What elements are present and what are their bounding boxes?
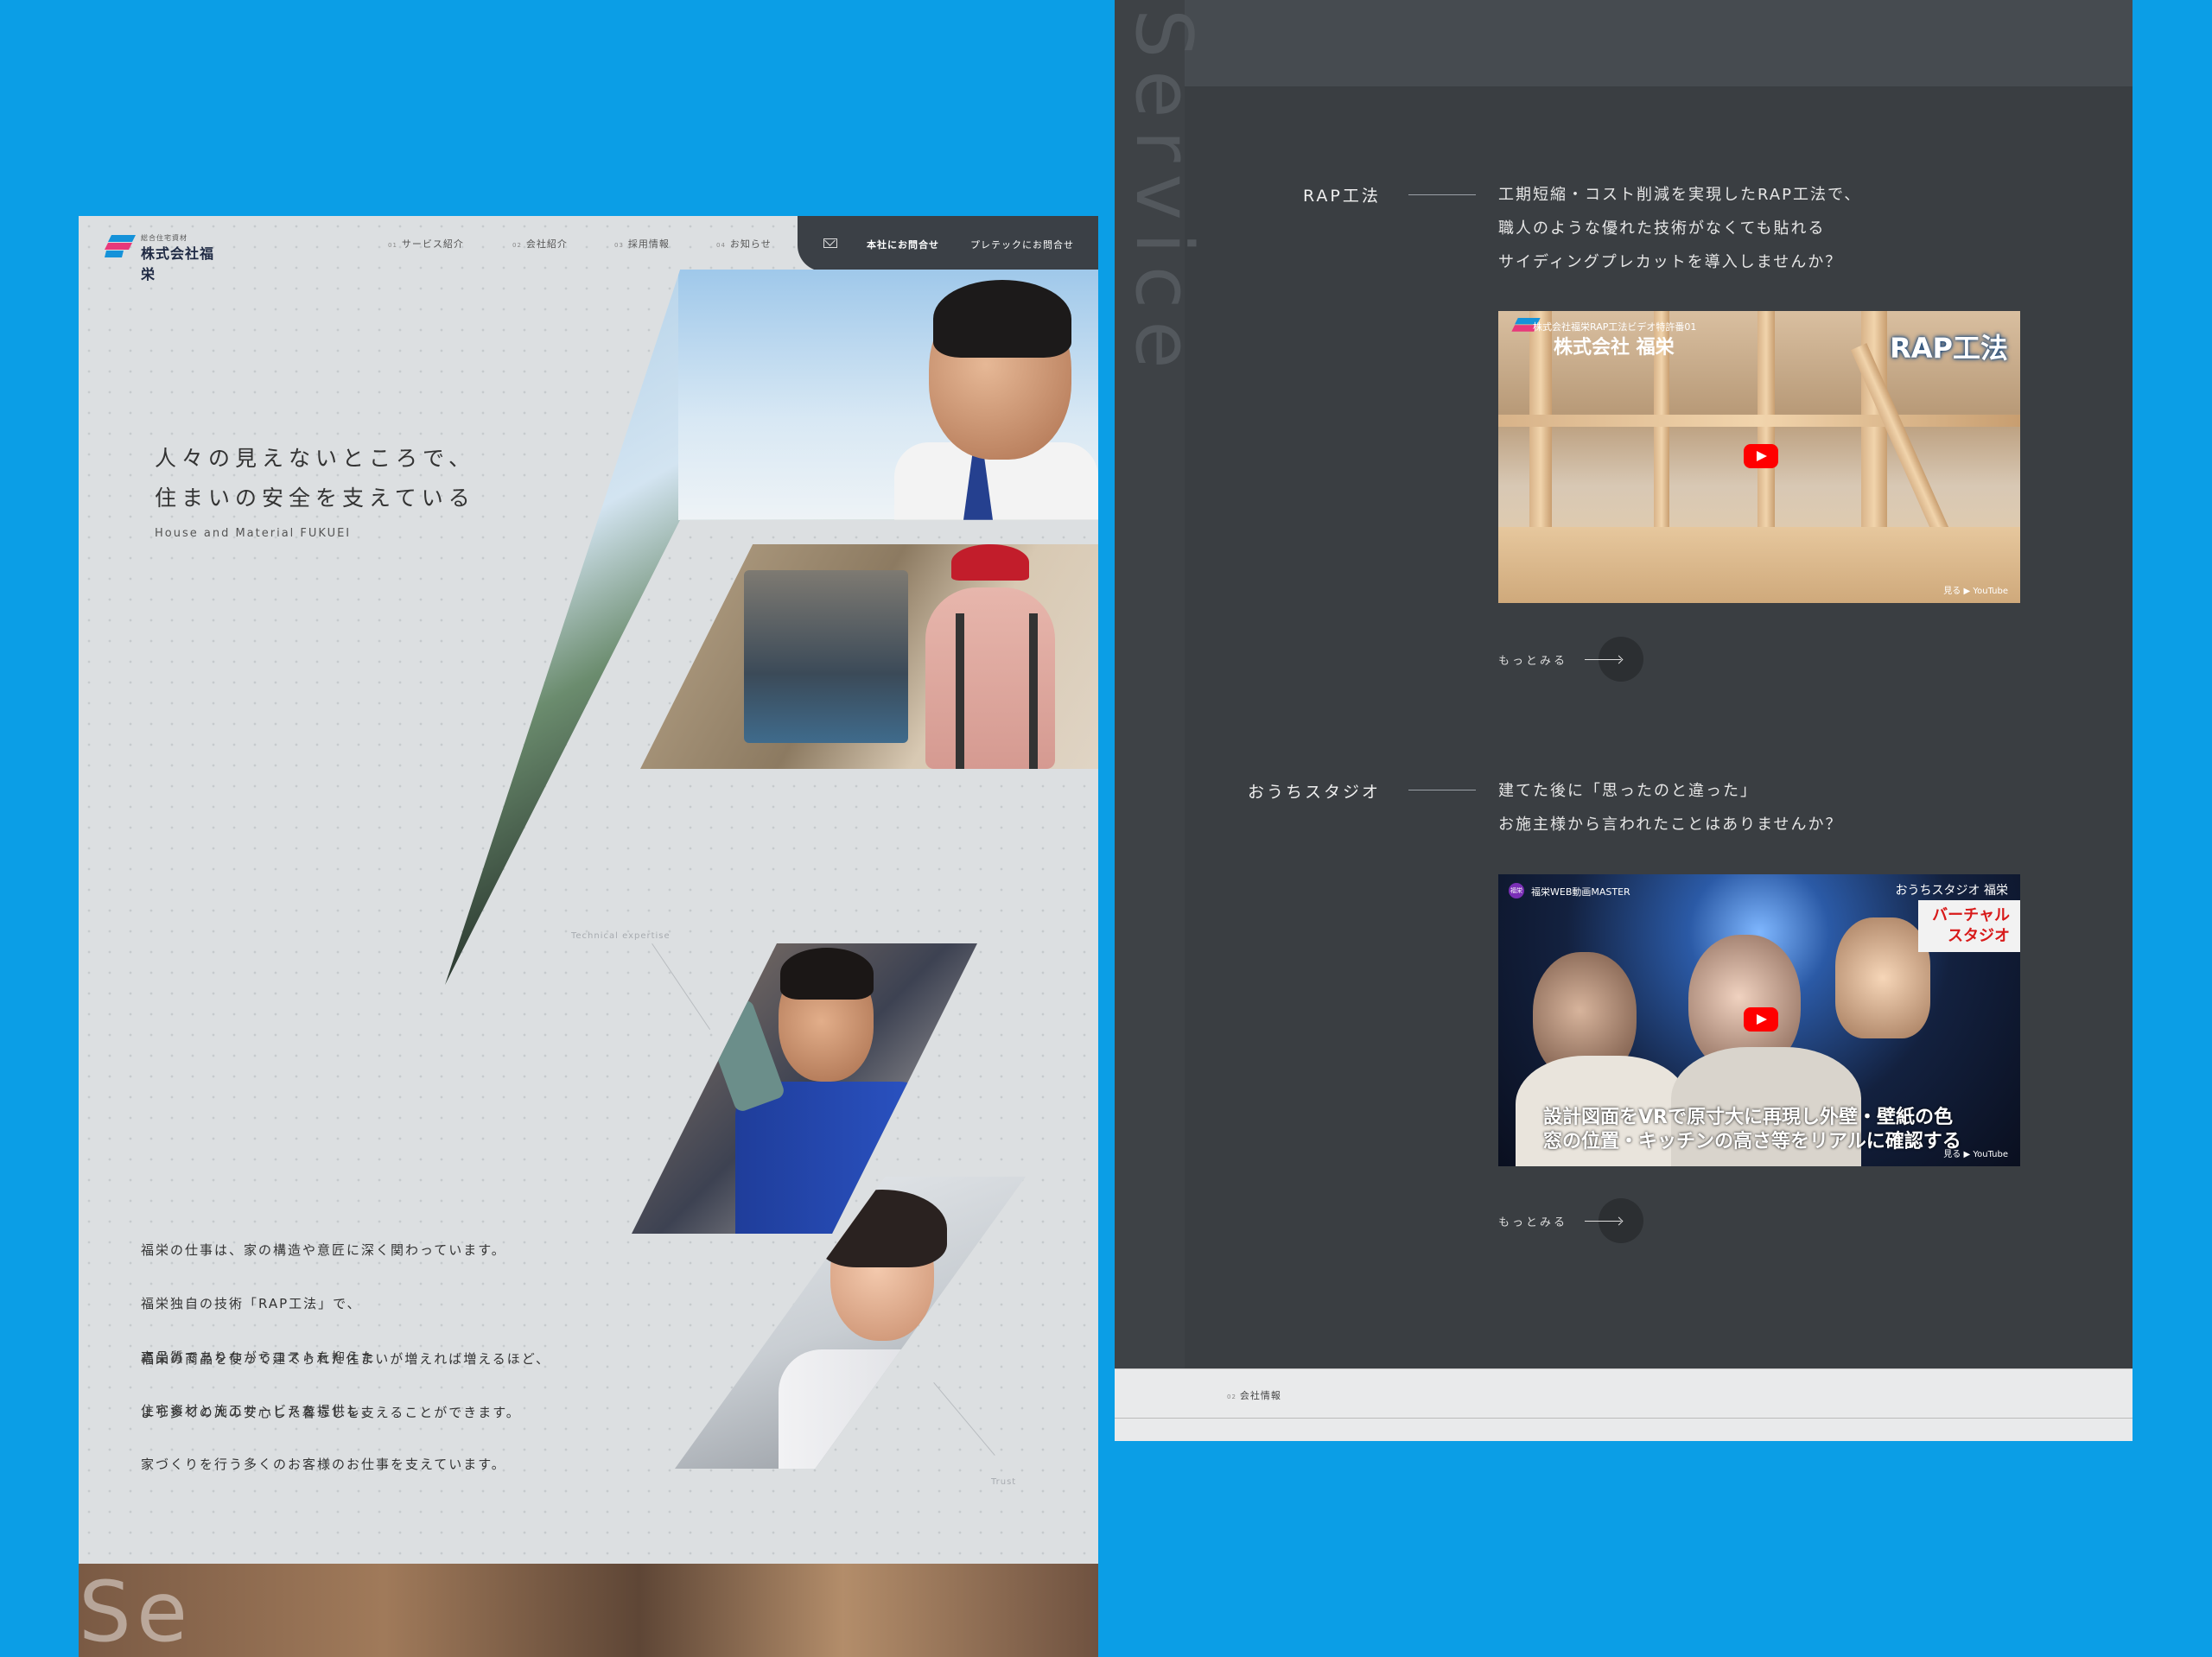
nav-num: 01 bbox=[388, 242, 397, 249]
nav-label: 会社紹介 bbox=[525, 238, 568, 250]
site-header: 総合住宅資材 株式会社福栄 01 サービス紹介 02 会社紹介 03 採用情報 04 お… bbox=[79, 216, 1098, 283]
more-link-studio[interactable]: もっとみる bbox=[1498, 1213, 1567, 1229]
youtube-link[interactable]: 見る ▶ YouTube bbox=[1943, 583, 2008, 596]
hero-photo-hair bbox=[933, 280, 1071, 358]
logo-name: 株式会社福栄 bbox=[141, 245, 215, 283]
top-bar bbox=[1185, 0, 2133, 86]
nav-company[interactable]: 02 会社紹介 bbox=[512, 237, 568, 251]
nav-label: お知らせ bbox=[729, 238, 772, 250]
video-ouchi-studio[interactable]: 福栄 福栄WEB動画MASTER おうちスタジオ 福栄 バーチャルスタジオ 設計… bbox=[1498, 874, 2020, 1166]
mail-icon bbox=[823, 238, 837, 248]
more-link-rap[interactable]: もっとみる bbox=[1498, 651, 1567, 668]
section-title-studio: おうちスタジオ bbox=[1248, 783, 1382, 802]
desc-line: 工期短縮・コスト削減を実現したRAP工法で、 bbox=[1498, 186, 1862, 204]
arrow-right-icon bbox=[1585, 659, 1621, 660]
play-icon[interactable] bbox=[1744, 444, 1778, 468]
hero-title-line: 住まいの安全を支えている bbox=[155, 486, 475, 511]
about-text-2: 福栄の商品を使って建てられた住まいが増えれば増えるほど、 より多くの人の安心した… bbox=[141, 1349, 550, 1457]
nav-label: サービス紹介 bbox=[401, 238, 464, 250]
next-section-bar: 02 会社情報 bbox=[1115, 1368, 2133, 1441]
nav-news[interactable]: 04 お知らせ bbox=[716, 237, 772, 251]
site-logo[interactable]: 総合住宅資材 株式会社福栄 bbox=[105, 233, 226, 283]
contact-bar: 本社にお問合せ プレテックにお問合せ bbox=[798, 216, 1098, 271]
about-line: 福栄の仕事は、家の構造や意匠に深く関わっています。 bbox=[141, 1242, 506, 1258]
service-word: Se bbox=[79, 1564, 193, 1657]
video-title: おうちスタジオ 福栄 bbox=[1895, 884, 2008, 898]
desc-line: 建てた後に「思ったのと違った」 bbox=[1498, 782, 1758, 800]
service-screen: Service RAP工法 工期短縮・コスト削減を実現したRAP工法で、 職人の… bbox=[1115, 0, 2133, 1441]
nav-recruit[interactable]: 03 採用情報 bbox=[614, 237, 670, 251]
hero-title: 人々の見えないところで、 住まいの安全を支えている bbox=[155, 439, 475, 518]
about-line: 家づくりを行う多くのお客様のお仕事を支えています。 bbox=[141, 1457, 506, 1472]
footer-num: 02 bbox=[1227, 1394, 1236, 1400]
video-banner: バーチャルスタジオ bbox=[1918, 900, 2020, 952]
arrow-right-icon bbox=[1585, 1221, 1621, 1222]
banner-line: スタジオ bbox=[1948, 927, 2010, 945]
nav-num: 02 bbox=[512, 242, 522, 249]
fukuei-logo-icon bbox=[105, 235, 136, 257]
video-title: 株式会社 福栄 bbox=[1554, 337, 1675, 359]
desc-line: 職人のような優れた技術がなくても貼れる bbox=[1498, 219, 1826, 238]
divider bbox=[1115, 1418, 2133, 1419]
hand bbox=[1835, 917, 1930, 1038]
nav-num: 04 bbox=[716, 242, 726, 249]
factory-worker-cap bbox=[951, 544, 1029, 581]
hero-photo-factory bbox=[640, 544, 1098, 769]
caption-line: 設計図面をVRで原寸大に再現し外壁・壁紙の色 bbox=[1543, 1107, 1953, 1128]
footer-label: 会社情報 bbox=[1239, 1390, 1281, 1401]
section-divider bbox=[1408, 194, 1476, 195]
banner-line: バーチャル bbox=[1932, 906, 2010, 924]
factory-worker-apron bbox=[956, 613, 1038, 769]
banner-text: バーチャルスタジオ bbox=[1932, 905, 2010, 947]
service-vertical-title: Service bbox=[1118, 9, 1209, 381]
hero-title-line: 人々の見えないところで、 bbox=[155, 446, 476, 471]
about-line: 福栄の商品を使って建てられた住まいが増えれば増えるほど、 bbox=[141, 1351, 551, 1367]
nav-num: 03 bbox=[614, 242, 624, 249]
label-technical-expertise: Technical expertise bbox=[571, 931, 671, 941]
desc-line: サイディングプレカットを導入しませんか？ bbox=[1498, 253, 1843, 271]
craftsman-tool bbox=[702, 998, 786, 1114]
video-channel: 福栄WEB動画MASTER bbox=[1531, 886, 1630, 898]
caption-line: 窓の位置・キッチンの高さ等をリアルに確認する bbox=[1543, 1131, 1961, 1152]
play-icon[interactable] bbox=[1744, 1007, 1778, 1032]
video-badge: RAP工法 bbox=[1890, 332, 2008, 365]
video-caption: 設計図面をVRで原寸大に再現し外壁・壁紙の色 窓の位置・キッチンの高さ等をリアル… bbox=[1543, 1106, 1961, 1154]
leader-line bbox=[933, 1382, 995, 1456]
section-desc-studio: 建てた後に「思ったのと違った」 お施主様から言われたことはありませんか？ bbox=[1498, 774, 1843, 841]
leader-line bbox=[652, 943, 711, 1031]
wood-floor bbox=[1498, 527, 2020, 603]
youtube-link[interactable]: 見る ▶ YouTube bbox=[1943, 1146, 2008, 1159]
channel-avatar: 福栄 bbox=[1509, 883, 1524, 898]
nav-label: 採用情報 bbox=[627, 238, 670, 250]
nav-services[interactable]: 01 サービス紹介 bbox=[388, 237, 464, 251]
section-title-rap: RAP工法 bbox=[1303, 187, 1381, 206]
wood-beam bbox=[1498, 415, 2020, 427]
desc-line: お施主様から言われたことはありませんか？ bbox=[1498, 816, 1843, 834]
contact-hq-link[interactable]: 本社にお問合せ bbox=[867, 238, 939, 251]
craftsman-hair bbox=[780, 948, 874, 1000]
service-section-preview: Se bbox=[79, 1564, 1098, 1657]
about-line: より多くの人の安心した暮らしを支えることができます。 bbox=[141, 1405, 521, 1420]
factory-machine bbox=[744, 570, 908, 743]
company-info-link[interactable]: 02 会社情報 bbox=[1227, 1388, 1281, 1402]
section-desc-rap: 工期短縮・コスト削減を実現したRAP工法で、 職人のような優れた技術がなくても貼… bbox=[1498, 178, 1861, 279]
hero-subtitle: House and Material FUKUEI bbox=[155, 527, 352, 540]
video-rap-method[interactable]: 株式会社福栄RAP工法ビデオ特許番01 株式会社 福栄 RAP工法 見る ▶ Y… bbox=[1498, 311, 2020, 603]
about-line: 福栄独自の技術「RAP工法」で、 bbox=[141, 1296, 362, 1311]
label-trust: Trust bbox=[991, 1477, 1017, 1487]
contact-pretec-link[interactable]: プレテックにお問合せ bbox=[970, 238, 1074, 251]
homepage-screen: 総合住宅資材 株式会社福栄 01 サービス紹介 02 会社紹介 03 採用情報 04 お… bbox=[79, 216, 1098, 1657]
